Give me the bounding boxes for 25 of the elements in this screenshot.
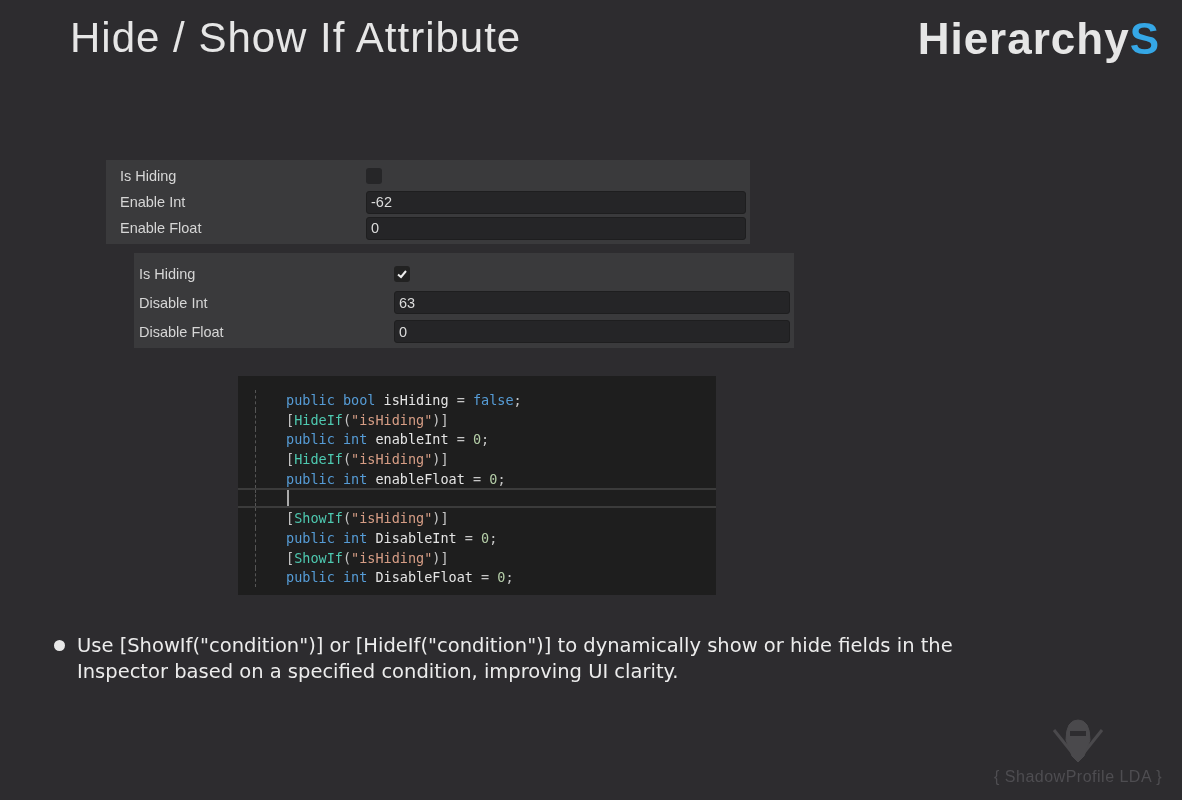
code-line: public int DisableInt = 0; xyxy=(286,529,498,546)
checkbox[interactable] xyxy=(394,265,410,282)
field-label: Is Hiding xyxy=(120,168,178,184)
code-line: public bool isHiding = false; xyxy=(286,391,522,408)
field-label: Is Hiding xyxy=(139,265,197,282)
field-label: Disable Int xyxy=(139,294,209,311)
description-text: Use [ShowIf("condition")] or [HideIf("condition")] to dynamically show or hide fields in the Inspector based on a specified condition, improving UI clarity. xyxy=(77,633,954,686)
field-label: Enable Int xyxy=(120,194,187,210)
code-line: public int enableFloat = 0; xyxy=(286,470,506,487)
page-title: Hide / Show If Attribute xyxy=(70,14,522,62)
code-line: [HideIf("isHiding")] xyxy=(286,411,449,428)
number-field[interactable]: 0 xyxy=(394,320,790,343)
text-cursor xyxy=(287,490,289,507)
bullet-dot xyxy=(54,640,65,652)
number-field[interactable]: 0 xyxy=(366,216,746,240)
code-line: [HideIf("isHiding")] xyxy=(286,450,449,467)
code-line: public int enableInt = 0; xyxy=(286,431,490,448)
code-line: [ShowIf("isHiding")] xyxy=(286,549,449,566)
field-label: Enable Float xyxy=(120,220,203,236)
code-line: public int DisableFloat = 0; xyxy=(286,569,514,586)
number-field[interactable]: 63 xyxy=(394,291,790,314)
number-field[interactable]: -62 xyxy=(366,190,746,214)
logo-wordmark: HierarchyS xyxy=(917,14,1160,64)
code-line: [ShowIf("isHiding")] xyxy=(286,510,449,527)
field-label: Disable Float xyxy=(139,323,225,340)
